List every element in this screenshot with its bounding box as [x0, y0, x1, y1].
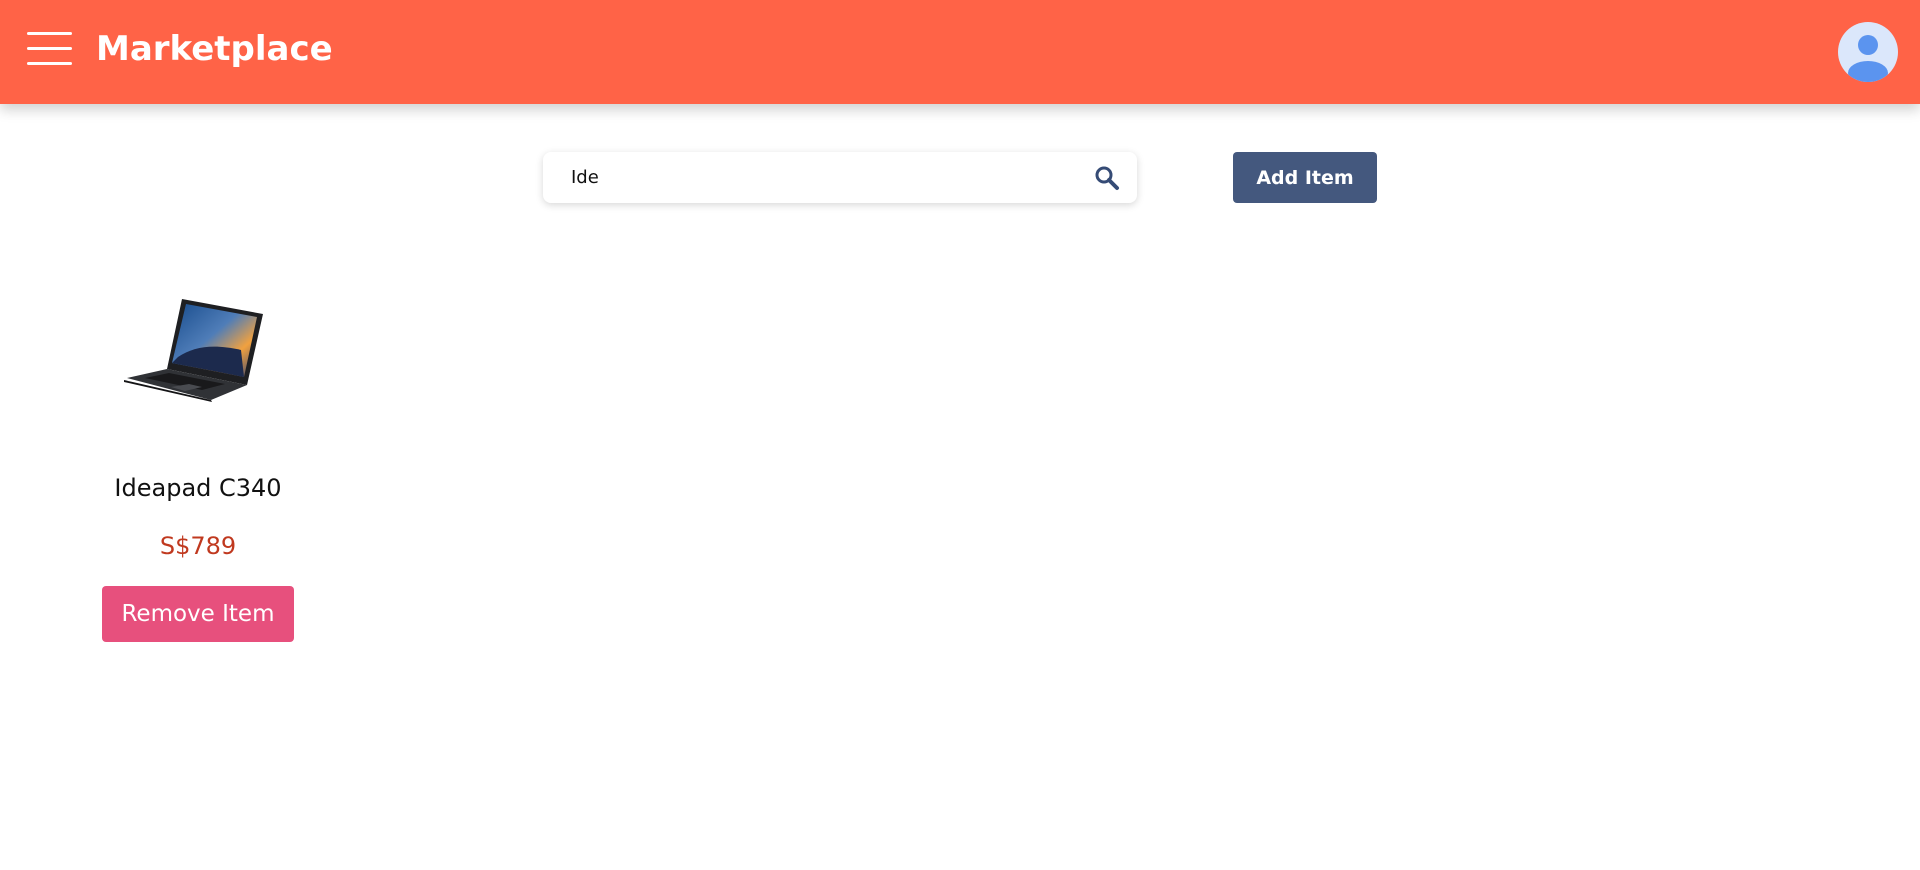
laptop-image [124, 299, 263, 402]
search-input[interactable] [571, 152, 1071, 203]
app-title: Marketplace [96, 29, 333, 69]
avatar-person-icon [1848, 35, 1888, 82]
menu-line [27, 47, 72, 50]
hamburger-menu-icon[interactable] [27, 32, 72, 66]
user-avatar-icon[interactable] [1838, 22, 1898, 82]
search-box [543, 152, 1137, 203]
add-item-button[interactable]: Add Item [1233, 152, 1377, 203]
remove-item-button[interactable]: Remove Item [102, 586, 294, 642]
product-name: Ideapad C340 [114, 474, 282, 502]
product-card: Ideapad C340 S$789 Remove Item [96, 270, 300, 650]
menu-line [27, 62, 72, 65]
product-price: S$789 [159, 532, 237, 560]
app-header: Marketplace [0, 0, 1920, 104]
menu-line [27, 32, 72, 35]
search-icon[interactable] [1094, 165, 1120, 191]
